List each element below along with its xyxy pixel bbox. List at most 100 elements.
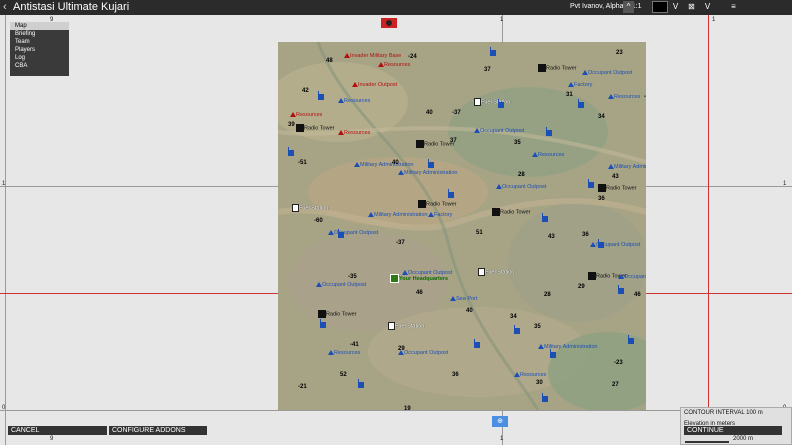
elevation-label: -60 [314,218,323,224]
menu-item-map[interactable]: Map [10,22,69,30]
map-marker-out[interactable]: Resources [514,372,546,378]
map-marker-inv[interactable]: Invader Outpost [352,82,397,88]
grid-line [0,410,792,411]
blue-flag-icon [474,339,480,348]
map-marker-radio[interactable]: Radio Tower [318,310,356,318]
marker-label: Resources [520,372,547,378]
fuel-station-icon [478,268,485,276]
map-marker-out[interactable]: Occupant Outpost [398,350,448,356]
elevation-label: 23 [616,50,623,56]
marker-label: Occupant Military Base [624,274,646,280]
elevation-label: 48 [326,58,333,64]
menu-item-players[interactable]: Players [10,46,69,54]
map-marker-out[interactable]: Resources [532,152,564,158]
layers-icon[interactable]: ≡ [728,1,739,13]
elevation-label: -23 [644,94,646,100]
elevation-label: 34 [510,314,517,320]
blue-flag-icon [448,189,454,198]
elevation-label: -23 [614,360,623,366]
marker-label: Factory [574,82,593,88]
record-button[interactable] [381,18,397,28]
menu-item-log[interactable]: Log [10,54,69,62]
blue-flag-icon [598,239,604,248]
marker-label: Resources [344,98,371,104]
map-marker-fuel[interactable]: Fuel Station [474,98,510,106]
map-marker-out[interactable]: Occupant Military Base [618,274,646,280]
marker-label: Fuel Station [299,205,329,212]
map-marker-out[interactable]: Military Administration [354,162,414,168]
configure-addons-button[interactable]: CONFIGURE ADDONS [109,426,207,435]
color-swatch-button[interactable] [652,1,668,13]
menu-item-cba[interactable]: CBA [10,62,69,70]
side-menu: Map Briefing Team Players Log CBA [10,22,69,76]
marker-label: Occupant Outpost [480,128,525,134]
elevation-label: 46 [634,292,641,298]
marker-label: Radio Tower [500,209,531,216]
back-icon[interactable]: ‹ [3,1,7,13]
map-marker-radio[interactable]: Radio Tower [492,208,530,216]
radio-tower-icon [296,124,304,132]
map-marker-inv[interactable]: Resources [378,62,410,68]
map-marker-out[interactable]: Occupant Outpost [496,184,546,190]
map-marker-out[interactable]: Resources [608,94,640,100]
map-marker-out[interactable]: Resources [338,98,370,104]
elevation-label: 28 [518,172,525,178]
marker-label: Military Administration [544,344,598,350]
map-marker-radio[interactable]: Radio Tower [418,200,456,208]
marker-label: Resources [614,94,641,100]
elevation-label: 27 [612,382,619,388]
elevation-label: -41 [350,342,359,348]
grid-label: 1 [783,181,787,187]
map-marker-radio[interactable]: Radio Tower [538,64,576,72]
elevation-label: 40 [426,110,433,116]
map-marker-inv[interactable]: Invader Military Base [344,53,401,59]
map-marker-out[interactable]: Sea Port [450,296,477,302]
map-marker-out[interactable]: Military Administration [538,344,598,350]
map-marker-fuel[interactable]: Fuel Station [388,322,424,330]
map-marker-radio[interactable]: Radio Tower [416,140,454,148]
red-grid-line [708,15,709,445]
blue-flag-icon [428,159,434,168]
menu-item-briefing[interactable]: Briefing [10,30,69,38]
map-marker-radio[interactable]: Radio Tower [296,124,334,132]
blue-flag-icon [288,147,294,156]
terrain-map[interactable]: Invader Military Base Resources Invader Ou… [278,42,646,410]
blue-flag-icon [618,285,624,294]
marker-label: Your Headquarters [399,275,449,282]
map-marker-out[interactable]: Resources [328,350,360,356]
map-marker-inv[interactable]: Resources [338,130,370,136]
dropdown-v2-button[interactable]: V [702,1,713,13]
map-marker-out[interactable]: Military Administration [398,170,458,176]
grid-label: 1 [2,181,6,187]
dropdown-v1-button[interactable]: V [670,1,681,13]
cancel-button[interactable]: CANCEL [8,426,107,435]
marker-label: Invader Military Base [350,53,402,59]
map-marker-out[interactable]: Military Administration [608,164,646,170]
map-marker-out[interactable]: Occupant Outpost [328,230,378,236]
elevation-label: -37 [396,240,405,246]
map-marker-out[interactable]: Factory [428,212,452,218]
map-marker-out[interactable]: Occupant Outpost [474,128,524,134]
map-marker-fuel[interactable]: Fuel Station [478,268,514,276]
marker-label: Resources [538,152,565,158]
chevron-up-icon[interactable]: ^ [623,1,634,13]
marker-label: Military Administration [404,170,458,176]
elevation-label: 35 [514,140,521,146]
map-marker-fuel[interactable]: Fuel Station [292,204,328,212]
map-marker-inv[interactable]: Resources [290,112,322,118]
map-marker-radio[interactable]: Radio Tower [598,184,636,192]
elevation-label: 34 [598,114,605,120]
elevation-label: 46 [416,290,423,296]
map-marker-out[interactable]: Occupant Outpost [582,70,632,76]
fuel-station-icon [388,322,395,330]
map-marker-out[interactable]: Occupant Outpost [316,282,366,288]
map-marker-hq[interactable]: Your Headquarters [390,274,448,283]
elevation-label: 37 [484,67,491,73]
checkbox-icon[interactable]: ⊠ [686,1,697,13]
map-marker-out[interactable]: Factory [568,82,592,88]
continue-button[interactable]: CONTINUE [684,426,782,435]
blue-flag-icon [320,319,326,328]
elevation-label: 40 [392,160,399,166]
menu-item-team[interactable]: Team [10,38,69,46]
map-marker-out[interactable]: Military Administration [368,212,428,218]
